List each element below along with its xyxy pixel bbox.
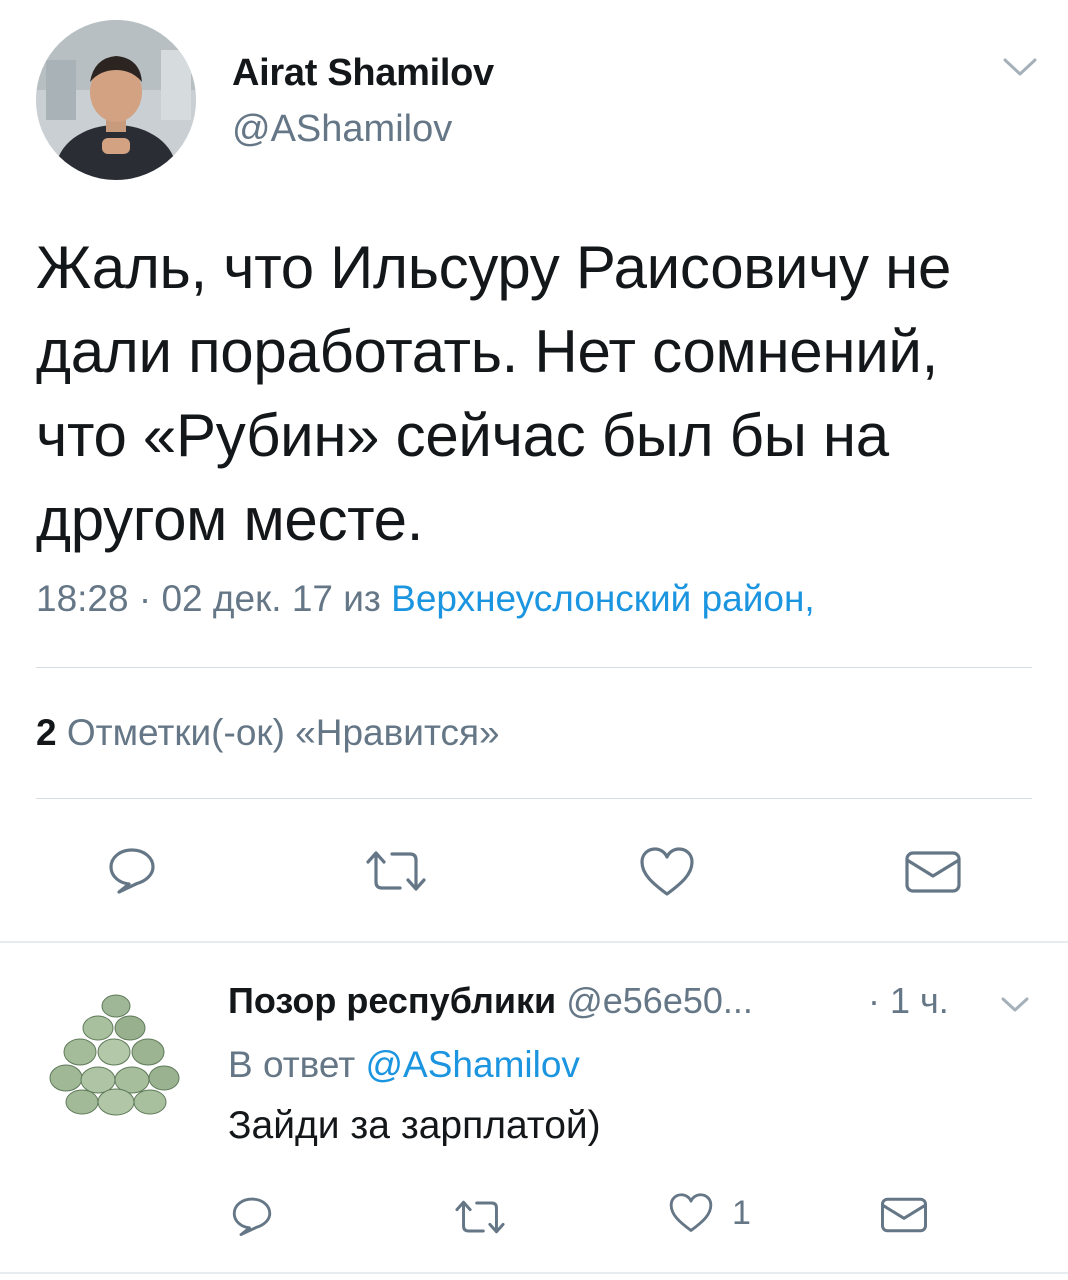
author-handle[interactable]: @AShamilov	[232, 108, 452, 151]
likes-summary[interactable]: 2 Отметки(-ок) «Нравится»	[36, 712, 500, 754]
reply-to-prefix: В ответ	[228, 1044, 366, 1085]
envelope-icon	[880, 1196, 928, 1234]
likes-count: 2	[36, 712, 57, 753]
section-divider	[0, 941, 1068, 943]
likes-label: Отметки(-ок) «Нравится»	[66, 712, 500, 753]
reply-icon	[230, 1194, 274, 1238]
author-name[interactable]: Airat Shamilov	[232, 52, 494, 95]
tweet-meta: 18:28 · 02 дек. 17 из Верхнеуслонский ра…	[36, 578, 815, 620]
divider	[36, 667, 1032, 668]
reply-like-button[interactable]: 1	[668, 1192, 751, 1234]
reply-button[interactable]	[106, 844, 158, 896]
author-avatar[interactable]	[36, 20, 196, 180]
reply-like-count: 1	[732, 1193, 751, 1232]
reply-time: · 1 ч.	[868, 980, 949, 1021]
tweet-time: 18:28 · 02 дек. 17 из	[36, 578, 392, 619]
chevron-down-icon[interactable]	[1002, 56, 1038, 80]
reply-author-avatar[interactable]	[46, 982, 186, 1122]
tweet-text: Жаль, что Ильсуру Раисовичу не дали пора…	[36, 234, 952, 553]
heart-icon	[668, 1192, 714, 1234]
reply-author[interactable]: Позор республики @e56e50...	[228, 980, 753, 1022]
retweet-icon	[452, 1198, 508, 1236]
tweet-location-link[interactable]: Верхнеуслонский район,	[391, 578, 815, 619]
reply-direct-message-button[interactable]	[880, 1196, 928, 1234]
divider	[36, 798, 1032, 799]
reply-to-mention-link[interactable]: @AShamilov	[366, 1044, 580, 1085]
reply-reply-button[interactable]	[230, 1194, 274, 1238]
envelope-icon	[904, 850, 962, 894]
reply-to-line: В ответ @AShamilov	[228, 1044, 580, 1086]
reply-text: Зайди за зарплатой)	[228, 1104, 601, 1147]
reply-author-name: Позор республики	[228, 980, 557, 1021]
like-button[interactable]	[638, 846, 696, 898]
direct-message-button[interactable]	[904, 850, 962, 894]
reply-author-handle: @e56e50...	[566, 980, 753, 1021]
chevron-down-icon[interactable]	[1000, 996, 1036, 1020]
retweet-icon	[362, 848, 430, 894]
retweet-button[interactable]	[362, 848, 430, 894]
reply-retweet-button[interactable]	[452, 1198, 508, 1236]
section-divider	[0, 1272, 1068, 1274]
reply-icon	[106, 844, 158, 896]
heart-icon	[638, 846, 696, 898]
